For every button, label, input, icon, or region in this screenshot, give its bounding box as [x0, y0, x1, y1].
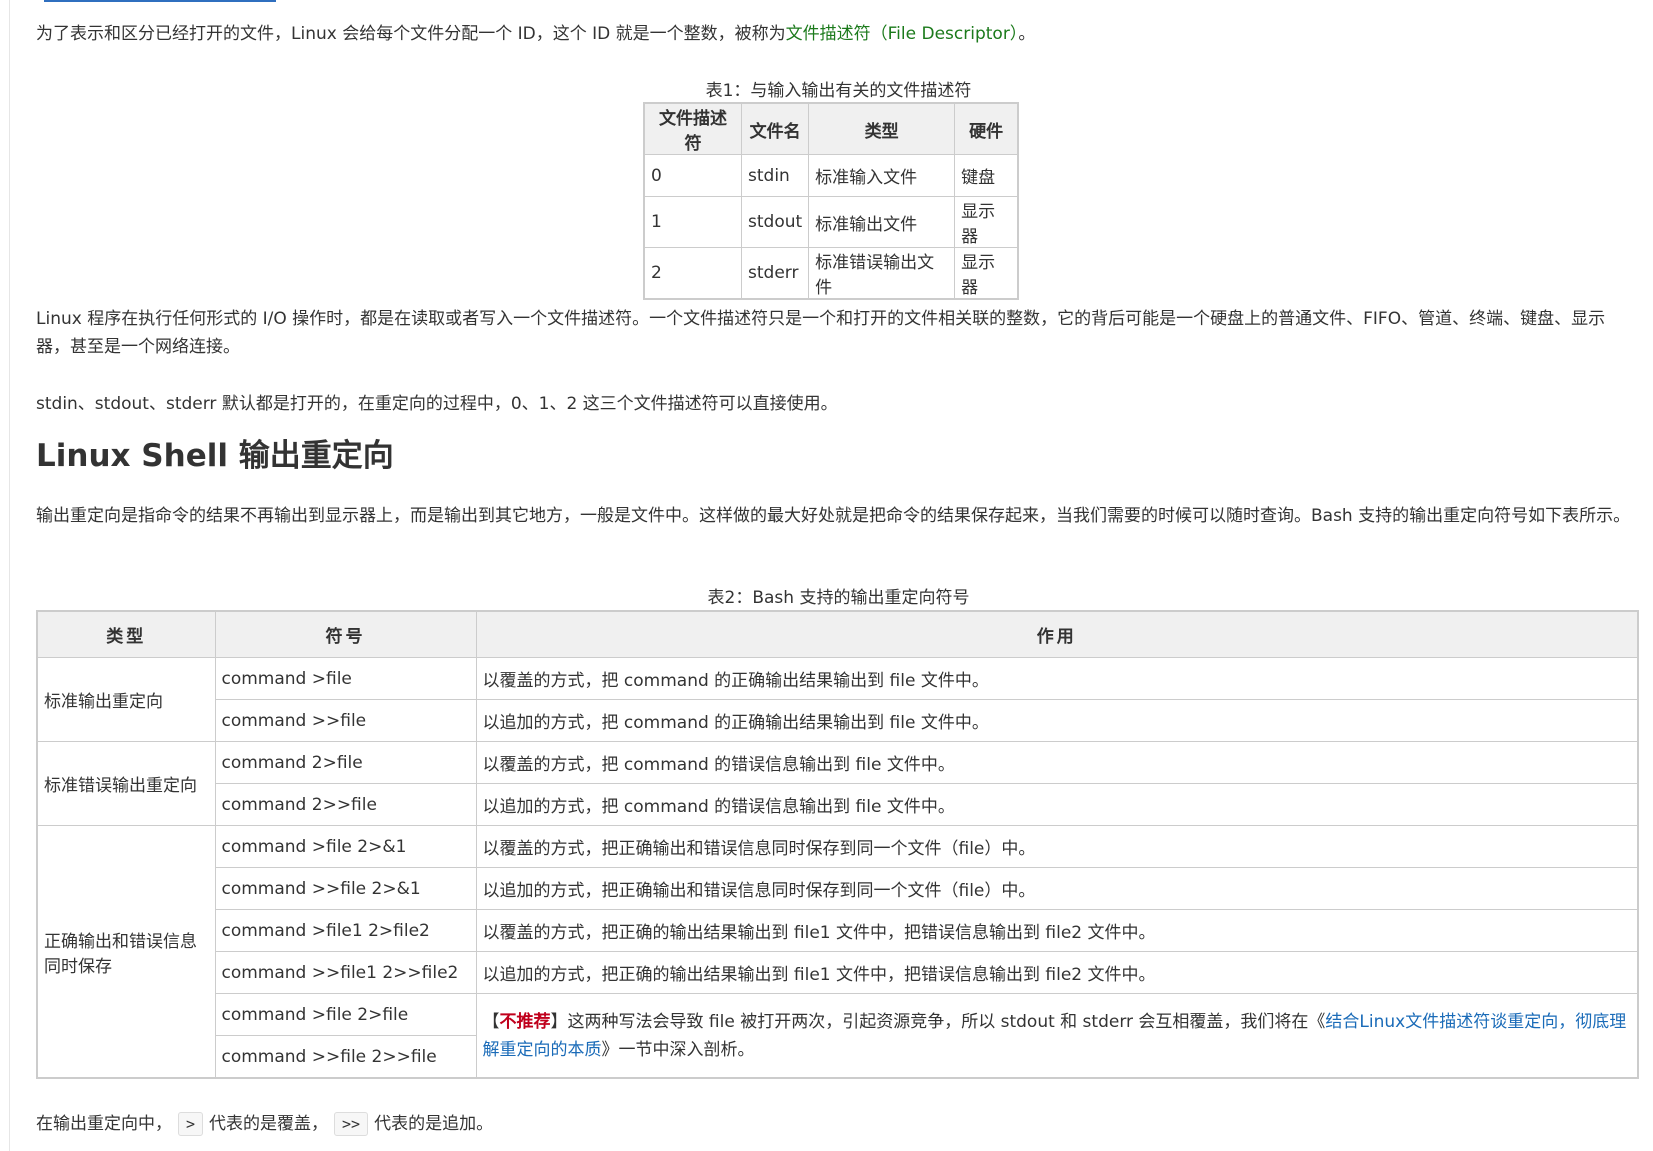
table-header-row: 类型 符号 作用: [36, 610, 1639, 658]
table-row: 1 stdout 标准输出文件 显示器: [643, 196, 1019, 248]
note-quote: 》: [601, 1039, 619, 1060]
table-row: command >file 2>file 【不推荐】这两种写法会导致 file …: [37, 993, 1639, 1079]
symbol-cell: command >file 2>&1: [214, 825, 477, 868]
table-cell: 显示器: [954, 247, 1019, 300]
effect-cell: 以覆盖的方式，把正确的输出结果输出到 file1 文件中，把错误信息输出到 fi…: [475, 909, 1639, 952]
table-header-cell: 文件名: [740, 102, 810, 155]
not-recommended-tag: 不推荐: [499, 1011, 551, 1032]
table-row: command >>file 2>&1 以追加的方式，把正确输出和错误信息同时保…: [37, 867, 1639, 910]
table-cell: stderr: [740, 247, 810, 300]
symbol-cell: command >file: [214, 657, 477, 700]
io-paragraph: Linux 程序在执行任何形式的 I/O 操作时，都是在读取或者写入一个文件描述…: [36, 309, 1606, 357]
table-cell: stdin: [740, 154, 810, 197]
note-text-end: 一节中深入剖析。: [618, 1039, 755, 1060]
table-row: command >>file 以追加的方式，把 command 的正确输出结果输…: [37, 699, 1639, 742]
top-link-underline: [44, 0, 276, 2]
effect-cell: 以覆盖的方式，把正确输出和错误信息同时保存到同一个文件（file）中。: [475, 825, 1639, 868]
table-row: 标准输出重定向 command >file 以覆盖的方式，把 command 的…: [36, 657, 1639, 742]
symbol-cell: command 2>file: [214, 741, 477, 784]
closing-text: 代表的是追加。: [374, 1114, 494, 1134]
table-cell: 显示器: [954, 196, 1019, 248]
intro-term: 文件描述符（File Descriptor）: [785, 24, 1019, 44]
default-paragraph: stdin、stdout、stderr 默认都是打开的，在重定向的过程中，0、1…: [36, 394, 838, 414]
overwrite-code: >: [178, 1112, 204, 1136]
effect-cell: 以追加的方式，把 command 的错误信息输出到 file 文件中。: [475, 783, 1639, 826]
table-cell: 0: [643, 154, 742, 197]
intro-text-end: 。: [1018, 24, 1036, 44]
append-code: >>: [334, 1112, 369, 1136]
table-header-cell: 作用: [475, 610, 1639, 658]
closing-paragraph: 在输出重定向中， > 代表的是覆盖， >> 代表的是追加。: [36, 1110, 493, 1138]
table-header-cell: 类型: [36, 610, 216, 658]
section-heading: Linux Shell 输出重定向: [36, 438, 394, 474]
table1-caption: 表1：与输入输出有关的文件描述符: [705, 81, 972, 101]
table-row: 0 stdin 标准输入文件 键盘: [643, 154, 1019, 197]
table-cell: stdout: [740, 196, 810, 248]
effect-cell: 以覆盖的方式，把 command 的错误信息输出到 file 文件中。: [475, 741, 1639, 784]
symbol-cell: command >>file: [214, 699, 477, 742]
redirect-paragraph: 输出重定向是指命令的结果不再输出到显示器上，而是输出到其它地方，一般是文件中。这…: [36, 506, 1631, 526]
table-cell: 键盘: [954, 154, 1019, 197]
note-bracket: 【: [482, 1011, 500, 1032]
closing-text: 代表的是覆盖，: [209, 1114, 329, 1134]
table-cell: 标准错误输出文件: [808, 247, 956, 300]
table-row: 2 stderr 标准错误输出文件 显示器: [643, 247, 1019, 300]
table-row: command 2>>file 以追加的方式，把 command 的错误信息输出…: [37, 783, 1639, 826]
table-cell: 标准输入文件: [808, 154, 956, 197]
table-cell: 1: [643, 196, 742, 248]
effect-cell: 以追加的方式，把正确输出和错误信息同时保存到同一个文件（file）中。: [475, 867, 1639, 910]
left-border: [9, 0, 10, 1151]
intro-paragraph: 为了表示和区分已经打开的文件，Linux 会给每个文件分配一个 ID，这个 ID…: [36, 20, 1035, 48]
type-cell: 正确输出和错误信息同时保存: [36, 825, 216, 1079]
table-header-cell: 类型: [808, 102, 956, 155]
table2-caption: 表2：Bash 支持的输出重定向符号: [707, 588, 970, 608]
fd-table: 文件描述符 文件名 类型 硬件 0 stdin 标准输入文件 键盘 1 stdo…: [643, 102, 1020, 300]
table-header-cell: 文件描述符: [643, 102, 742, 155]
table-row: 正确输出和错误信息同时保存 command >file 2>&1 以覆盖的方式，…: [36, 825, 1639, 1079]
table-cell: 2: [643, 247, 742, 300]
note-text: 这两种写法会导致 file 被打开两次，引起资源竞争，所以 stdout 和 s…: [567, 1011, 1309, 1032]
table-header-cell: 硬件: [954, 102, 1019, 155]
effect-cell: 以覆盖的方式，把 command 的正确输出结果输出到 file 文件中。: [475, 657, 1639, 700]
type-cell: 标准输出重定向: [36, 657, 216, 742]
table-header-row: 文件描述符 文件名 类型 硬件: [643, 102, 1019, 155]
table-row: command >>file1 2>>file2 以追加的方式，把正确的输出结果…: [37, 951, 1639, 994]
table-cell: 标准输出文件: [808, 196, 956, 248]
symbol-cell: command >file 2>file: [214, 993, 477, 1036]
closing-text: 在输出重定向中，: [36, 1114, 172, 1134]
symbol-cell: command >>file 2>&1: [214, 867, 477, 910]
symbol-cell: command >file1 2>file2: [214, 909, 477, 952]
effect-cell: 以追加的方式，把 command 的正确输出结果输出到 file 文件中。: [475, 699, 1639, 742]
note-cell: 【不推荐】这两种写法会导致 file 被打开两次，引起资源竞争，所以 stdou…: [475, 993, 1639, 1079]
note-bracket: 】: [550, 1011, 568, 1032]
type-cell: 标准错误输出重定向: [36, 741, 216, 826]
effect-cell: 以追加的方式，把正确的输出结果输出到 file1 文件中，把错误信息输出到 fi…: [475, 951, 1639, 994]
table-row: 标准错误输出重定向 command 2>file 以覆盖的方式，把 comman…: [36, 741, 1639, 826]
redirect-table: 类型 符号 作用 标准输出重定向 command >file 以覆盖的方式，把 …: [36, 610, 1639, 1079]
intro-text: 为了表示和区分已经打开的文件，Linux 会给每个文件分配一个 ID，这个 ID…: [36, 24, 786, 44]
symbol-cell: command >>file 2>>file: [214, 1035, 477, 1079]
symbol-cell: command >>file1 2>>file2: [214, 951, 477, 994]
symbol-cell: command 2>>file: [214, 783, 477, 826]
table-row: command >file1 2>file2 以覆盖的方式，把正确的输出结果输出…: [37, 909, 1639, 952]
note-quote: 《: [1308, 1011, 1326, 1032]
table-header-cell: 符号: [214, 610, 477, 658]
